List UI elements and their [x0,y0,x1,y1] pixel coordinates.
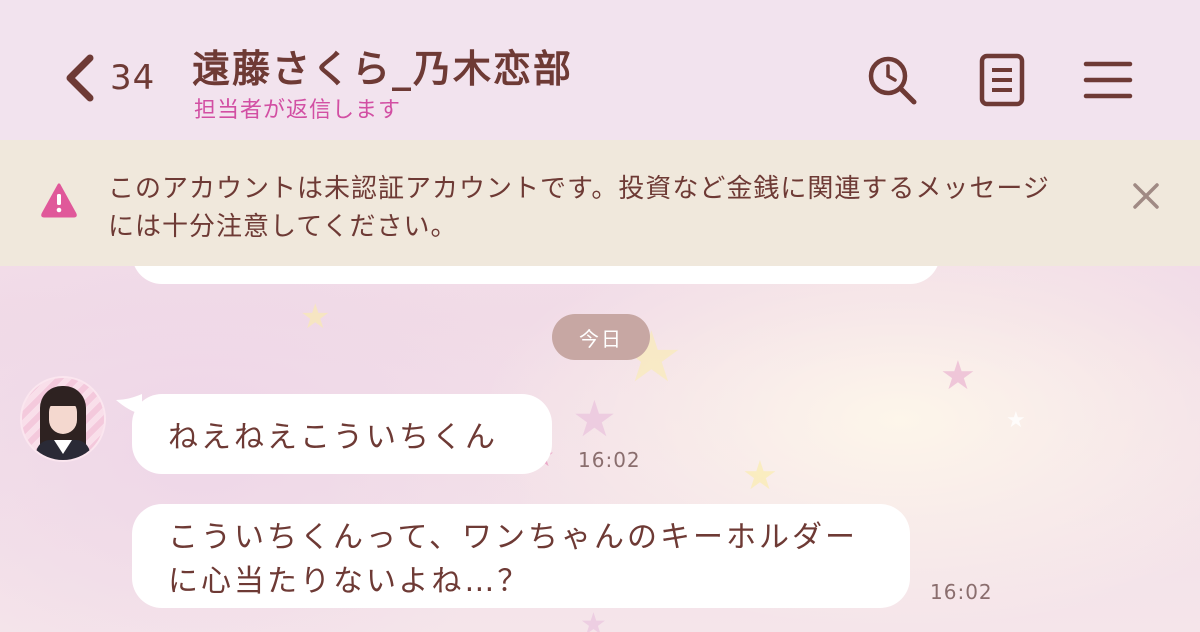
unverified-account-banner: このアカウントは未認証アカウントです。投資など金銭に関連するメッセージには十分注… [0,140,1200,266]
star-decoration: ★ [1006,408,1026,433]
warning-icon [41,183,77,218]
notes-button[interactable] [974,52,1030,108]
message-time: 16:02 [578,448,641,472]
back-button[interactable]: 34 [60,52,155,104]
chat-subtitle: 担当者が返信します [194,98,402,123]
avatar[interactable] [22,378,104,460]
message-bubble[interactable]: ねえねえこういちくん [132,394,552,474]
star-decoration: ★ [580,607,607,632]
chat-title: 遠藤さくら_乃木恋部 [192,47,574,91]
search-button[interactable] [864,52,920,108]
search-icon [868,56,917,105]
chevron-left-icon [66,54,94,102]
message-text: ねえねえこういちくん [168,420,498,455]
star-decoration: ★ [940,353,976,399]
star-decoration: ★ [742,453,778,499]
unread-count: 34 [110,58,156,98]
notes-icon [979,53,1025,107]
date-separator: 今日 [552,314,650,360]
menu-button[interactable] [1080,52,1136,108]
star-decoration: ★ [572,390,617,448]
banner-message: このアカウントは未認証アカウントです。投資など金銭に関連するメッセージには十分注… [108,174,1050,242]
message-bubble[interactable]: こういちくんって、ワンちゃんのキーホルダーに心当たりないよね…？ [132,504,910,608]
close-icon[interactable] [1128,178,1164,214]
star-decoration: ★ [300,297,331,337]
message-time: 16:02 [930,580,993,604]
message-text: こういちくんって、ワンちゃんのキーホルダーに心当たりないよね…？ [168,520,858,599]
chat-header: 34 遠藤さくら_乃木恋部 担当者が返信します [0,0,1200,140]
menu-icon [1083,61,1133,99]
